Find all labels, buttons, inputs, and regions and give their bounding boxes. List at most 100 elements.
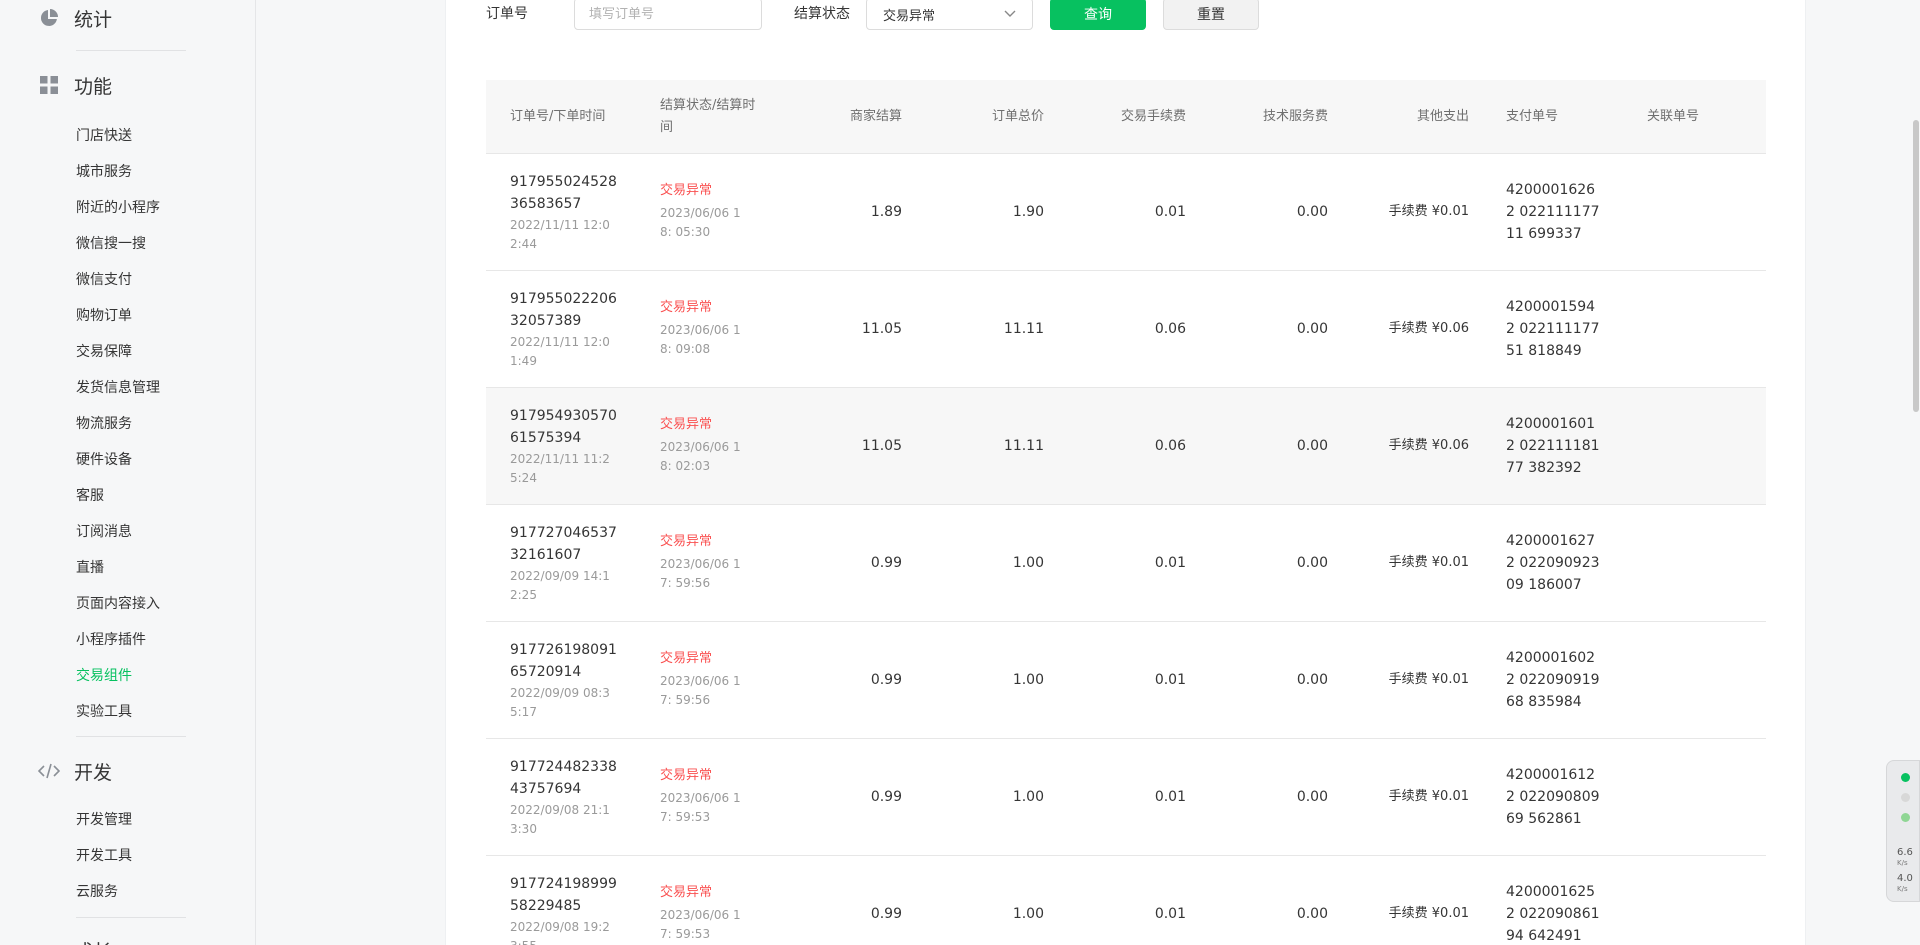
- sidebar-section-dev[interactable]: 开发: [38, 757, 112, 785]
- sidebar-item[interactable]: 附近的小程序: [76, 198, 160, 218]
- order-cell: 917955022206 32057389 2022/11/11 12:0 1:4…: [510, 288, 620, 371]
- sidebar-item[interactable]: 订阅消息: [76, 522, 132, 542]
- download-speed: 4.0: [1897, 873, 1913, 884]
- order-id: 917727046537 32161607: [510, 525, 617, 563]
- sidebar-section-title: 功能: [74, 75, 113, 98]
- sidebar-item[interactable]: 交易保障: [76, 342, 132, 362]
- sidebar-item[interactable]: 微信搜一搜: [76, 234, 146, 254]
- settle-status-select[interactable]: 交易异常: [866, 0, 1033, 30]
- sidebar-item-dev-tools[interactable]: 开发工具: [76, 846, 132, 866]
- chevron-down-icon: [1004, 7, 1016, 22]
- col-order: 订单号/下单时间: [510, 109, 606, 124]
- order-number-label: 订单号: [486, 6, 528, 22]
- order-id: 917954930570 61575394: [510, 408, 617, 446]
- sidebar-section-title: 成长: [74, 937, 112, 945]
- status-cell: 交易异常 2023/06/06 17: 59:56: [660, 649, 752, 710]
- code-icon: [38, 760, 60, 782]
- total-amount: 1.90: [1012, 204, 1044, 220]
- pay-number: 42000016252 02209086194 642491: [1506, 884, 1600, 944]
- tech-fee-amount: 0.00: [1296, 438, 1328, 454]
- status-badge: 交易异常: [660, 651, 713, 666]
- order-cell: 917954930570 61575394 2022/11/11 11:2 5:2…: [510, 405, 620, 488]
- sidebar-item[interactable]: 微信支付: [76, 270, 132, 290]
- col-merchant: 商家结算: [849, 109, 902, 124]
- sidebar-section-features[interactable]: 功能: [38, 71, 112, 99]
- table-row[interactable]: 917724198999 58229485 2022/09/08 19:2 3:5…: [486, 856, 1766, 945]
- fee-amount: 0.01: [1154, 555, 1186, 571]
- order-cell: 917724198999 58229485 2022/09/08 19:2 3:5…: [510, 873, 620, 945]
- order-number-input[interactable]: [574, 0, 762, 30]
- sidebar-item-dev-manage[interactable]: 开发管理: [76, 810, 132, 830]
- status-cell: 交易异常 2023/06/06 17: 59:53: [660, 766, 752, 827]
- pie-chart-icon: [38, 7, 60, 29]
- status-dot-icon: [1901, 773, 1910, 782]
- status-badge: 交易异常: [660, 885, 713, 900]
- order-time: 2022/09/09 14:1 2:25: [510, 569, 610, 602]
- order-id: 917726198091 65720914: [510, 642, 617, 680]
- table-header: 订单号/下单时间 结算状态/结算时间 商家结算 订单总价 交易手续费 技术服务费…: [486, 80, 1766, 154]
- tech-fee-amount: 0.00: [1296, 789, 1328, 805]
- total-amount: 1.00: [1012, 789, 1044, 805]
- total-amount: 1.00: [1012, 555, 1044, 571]
- status-cell: 交易异常 2023/06/06 18: 09:08: [660, 298, 752, 359]
- other-expense: 手续费 ¥0.01: [1388, 789, 1469, 804]
- status-cell: 交易异常 2023/06/06 18: 02:03: [660, 415, 752, 476]
- query-button[interactable]: 查询: [1050, 0, 1146, 30]
- col-total: 订单总价: [991, 109, 1044, 124]
- merchant-amount: 1.89: [870, 204, 902, 220]
- sidebar-item[interactable]: 直播: [76, 558, 104, 578]
- table-row[interactable]: 917954930570 61575394 2022/11/11 11:2 5:2…: [486, 388, 1766, 505]
- sidebar-item[interactable]: 实验工具: [76, 702, 132, 722]
- status-cell: 交易异常 2023/06/06 18: 05:30: [660, 181, 752, 242]
- order-id: 917724482338 43757694: [510, 759, 617, 797]
- other-expense: 手续费 ¥0.01: [1388, 204, 1469, 219]
- table-row[interactable]: 917727046537 32161607 2022/09/09 14:1 2:2…: [486, 505, 1766, 622]
- col-related: 关联单号: [1647, 109, 1700, 124]
- growth-icon: [38, 939, 60, 945]
- sidebar-item[interactable]: 硬件设备: [76, 450, 132, 470]
- sidebar-item[interactable]: 购物订单: [76, 306, 132, 326]
- sidebar-item[interactable]: 页面内容接入: [76, 594, 160, 614]
- reset-button[interactable]: 重置: [1163, 0, 1259, 30]
- tech-fee-amount: 0.00: [1296, 672, 1328, 688]
- tech-fee-amount: 0.00: [1296, 204, 1328, 220]
- pay-number: 42000016012 02211118177 382392: [1506, 416, 1600, 476]
- sidebar-section-stats[interactable]: 统计: [38, 4, 112, 32]
- sidebar-item[interactable]: 客服: [76, 486, 104, 506]
- tech-fee-amount: 0.00: [1296, 906, 1328, 922]
- status-cell: 交易异常 2023/06/06 17: 59:53: [660, 883, 752, 944]
- settle-time: 2023/06/06 17: 59:53: [660, 908, 741, 941]
- table-row[interactable]: 917955024528 36583657 2022/11/11 12:0 2:4…: [486, 154, 1766, 271]
- sidebar-item[interactable]: 门店快送: [76, 126, 132, 146]
- other-expense: 手续费 ¥0.01: [1388, 672, 1469, 687]
- order-time: 2022/09/09 08:3 5:17: [510, 686, 610, 719]
- sidebar-item[interactable]: 小程序插件: [76, 630, 146, 650]
- tech-fee-amount: 0.00: [1296, 321, 1328, 337]
- other-expense: 手续费 ¥0.01: [1388, 555, 1469, 570]
- fee-amount: 0.01: [1154, 906, 1186, 922]
- status-badge: 交易异常: [660, 417, 713, 432]
- other-expense: 手续费 ¥0.01: [1388, 906, 1469, 921]
- pay-number: 42000016122 02209080969 562861: [1506, 767, 1600, 827]
- battery-icon: [1901, 813, 1910, 822]
- scrollbar-thumb[interactable]: [1913, 120, 1919, 412]
- fee-amount: 0.01: [1154, 204, 1186, 220]
- sidebar-item[interactable]: 发货信息管理: [76, 378, 160, 398]
- sidebar-item[interactable]: 物流服务: [76, 414, 132, 434]
- col-fee: 交易手续费: [1120, 109, 1186, 124]
- upload-speed: 6.6: [1897, 847, 1913, 858]
- sidebar-item-cloud[interactable]: 云服务: [76, 882, 118, 902]
- order-id: 917955022206 32057389: [510, 291, 617, 329]
- sidebar-item[interactable]: 交易组件: [76, 666, 132, 686]
- sidebar-item[interactable]: 城市服务: [76, 162, 132, 182]
- merchant-amount: 0.99: [870, 555, 902, 571]
- merchant-amount: 0.99: [870, 672, 902, 688]
- settle-status-value: 交易异常: [883, 8, 936, 24]
- settle-time: 2023/06/06 18: 09:08: [660, 323, 741, 356]
- table-row[interactable]: 917955022206 32057389 2022/11/11 12:0 1:4…: [486, 271, 1766, 388]
- sidebar-section-growth[interactable]: 成长: [38, 936, 112, 945]
- network-speed-widget[interactable]: 6.6 K/s 4.0 K/s: [1886, 760, 1920, 902]
- table-row[interactable]: 917724482338 43757694 2022/09/08 21:1 3:3…: [486, 739, 1766, 856]
- table-body: 917955024528 36583657 2022/11/11 12:0 2:4…: [486, 154, 1766, 945]
- table-row[interactable]: 917726198091 65720914 2022/09/09 08:3 5:1…: [486, 622, 1766, 739]
